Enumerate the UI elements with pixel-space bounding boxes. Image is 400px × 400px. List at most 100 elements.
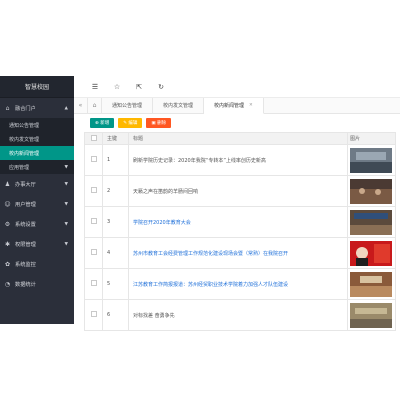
home-icon: ⌂ (5, 104, 10, 112)
hall-icon: ♟ (4, 180, 11, 188)
main-content: ☰ ☆ ⇱ ↻ « ⌂ 通知公告管理 校内发文管理 校内新闻管理 ✕ ⊕ 新增 (74, 76, 400, 331)
sidebar-item-monitor[interactable]: ✿ 系统监控 (0, 254, 74, 274)
news-thumbnail (350, 302, 392, 328)
tab-notice[interactable]: 通知公告管理 (102, 97, 154, 114)
row-title: 刷新学院历史记录：2020年我院“专转本”上线率创历史新高 (128, 144, 348, 176)
header-image[interactable]: 图片 (347, 132, 396, 145)
sidebar-item-label: 数据统计 (15, 281, 36, 288)
news-thumbnail (350, 240, 392, 266)
chevron-down-icon: ▼ (64, 241, 68, 247)
sidebar-item-apps[interactable]: 应用管理 ▼ (0, 160, 74, 174)
sidebar-item-label: 用户管理 (15, 201, 36, 208)
chart-icon: ◔ (4, 280, 11, 288)
add-button[interactable]: ⊕ 新增 (90, 118, 115, 128)
table-row[interactable]: 3 学院召开2020年教育大会 (84, 206, 396, 238)
row-checkbox[interactable] (90, 311, 97, 317)
select-all-checkbox-cell[interactable] (84, 132, 103, 145)
sidebar-item-label: 权限管理 (15, 241, 36, 248)
tab-label: 校内发文管理 (163, 103, 194, 109)
chevron-down-icon: ▼ (64, 221, 68, 227)
row-checkbox-cell[interactable] (84, 206, 103, 238)
export-icon[interactable]: ⇱ (128, 83, 150, 91)
tab-documents[interactable]: 校内发文管理 (153, 97, 205, 114)
row-image-cell (347, 206, 396, 238)
row-image-cell (347, 144, 396, 176)
table-row[interactable]: 6 对标找差 奋勇争先 (84, 299, 396, 331)
sidebar-item-label: 系统监控 (15, 261, 36, 268)
chevron-up-icon: ▲ (64, 105, 68, 111)
row-image-cell (347, 237, 396, 269)
row-checkbox[interactable] (90, 249, 97, 255)
row-checkbox[interactable] (90, 218, 97, 224)
table-row[interactable]: 5 江苏教育工作简报报道：苏州经贸职业技术学院着力加强人才队伍建设 (84, 268, 396, 300)
sidebar-item-news[interactable]: 校内新闻管理 (0, 146, 74, 160)
row-title[interactable]: 学院召开2020年教育大会 (128, 206, 348, 238)
sidebar-item-users[interactable]: ☺ 用户管理 ▼ (0, 194, 74, 214)
row-id: 6 (102, 299, 129, 331)
row-checkbox-cell[interactable] (84, 144, 103, 176)
row-image-cell (347, 268, 396, 300)
tab-news[interactable]: 校内新闻管理 ✕ (204, 97, 264, 114)
row-checkbox[interactable] (90, 280, 97, 286)
header-title[interactable]: 标题 (128, 132, 348, 145)
sidebar-item-label: 办事大厅 (15, 181, 36, 188)
button-label: 新增 (100, 121, 110, 126)
action-toolbar: ⊕ 新增 ✎ 编辑 ▣ 删除 (74, 114, 400, 132)
button-label: 删除 (157, 121, 167, 126)
chevron-down-icon: ▼ (64, 181, 68, 187)
row-id: 2 (102, 175, 129, 207)
news-thumbnail (350, 271, 392, 297)
news-thumbnail (350, 209, 392, 235)
row-image-cell (347, 299, 396, 331)
row-title[interactable]: 苏州市教育工会经费管理工作规范化建设现场会暨（常熟）在我院召开 (128, 237, 348, 269)
sidebar-item-notice[interactable]: 通知公告管理 (0, 118, 74, 132)
table-row[interactable]: 4 苏州市教育工会经费管理工作规范化建设现场会暨（常熟）在我院召开 (84, 237, 396, 269)
table-row[interactable]: 2 天籁之声在笛韵的羊肠间回响 (84, 175, 396, 207)
row-checkbox-cell[interactable] (84, 268, 103, 300)
row-checkbox-cell[interactable] (84, 237, 103, 269)
news-thumbnail (350, 147, 392, 173)
row-id: 5 (102, 268, 129, 300)
sidebar-item-label: 应用管理 (9, 164, 30, 171)
top-toolbar: ☰ ☆ ⇱ ↻ (74, 76, 400, 98)
sidebar-item-permissions[interactable]: ✱ 权限管理 ▼ (0, 234, 74, 254)
sidebar-item-service-hall[interactable]: ♟ 办事大厅 ▼ (0, 174, 74, 194)
sidebar-item-label: 通知公告管理 (9, 122, 40, 129)
menu-toggle-icon[interactable]: ☰ (84, 83, 106, 91)
table-row[interactable]: 1 刷新学院历史记录：2020年我院“专转本”上线率创历史新高 (84, 144, 396, 176)
lock-icon: ✱ (4, 240, 11, 248)
gear-icon: ⚙ (4, 220, 11, 228)
sidebar-item-settings[interactable]: ⚙ 系统设置 ▼ (0, 214, 74, 234)
sidebar-item-label: 融合门户 (15, 105, 36, 112)
row-checkbox[interactable] (90, 156, 97, 162)
header-id[interactable]: 主键 (102, 132, 129, 145)
sidebar-item-documents[interactable]: 校内发文管理 (0, 132, 74, 146)
tab-bar: « ⌂ 通知公告管理 校内发文管理 校内新闻管理 ✕ (74, 97, 400, 114)
row-checkbox[interactable] (90, 187, 97, 193)
user-icon: ☺ (4, 200, 11, 208)
row-title[interactable]: 江苏教育工作简报报道：苏州经贸职业技术学院着力加强人才队伍建设 (128, 268, 348, 300)
sidebar-item-label: 系统设置 (15, 221, 36, 228)
home-icon[interactable]: ☆ (106, 83, 128, 91)
sidebar-item-stats[interactable]: ◔ 数据统计 (0, 274, 74, 294)
row-title: 对标找差 奋勇争先 (128, 299, 348, 331)
tabs-scroll-left-icon[interactable]: « (74, 97, 88, 114)
row-checkbox-cell[interactable] (84, 175, 103, 207)
row-id: 3 (102, 206, 129, 238)
row-checkbox-cell[interactable] (84, 299, 103, 331)
sidebar-item-portal[interactable]: ⌂ 融合门户 ▲ (0, 98, 74, 118)
delete-button[interactable]: ▣ 删除 (146, 118, 172, 128)
sidebar-submenu: 通知公告管理 校内发文管理 校内新闻管理 应用管理 ▼ (0, 118, 74, 174)
edit-button[interactable]: ✎ 编辑 (118, 118, 143, 128)
sidebar-item-label: 校内发文管理 (9, 136, 40, 143)
tab-label: 通知公告管理 (112, 103, 143, 109)
news-thumbnail (350, 178, 392, 204)
home-tab-icon[interactable]: ⌂ (88, 97, 102, 114)
close-icon[interactable]: ✕ (249, 103, 253, 108)
table-header-row: 主键 标题 图片 (84, 132, 396, 145)
select-all-checkbox[interactable] (90, 134, 97, 141)
tab-label: 校内新闻管理 (214, 102, 245, 109)
row-id: 4 (102, 237, 129, 269)
news-table: 主键 标题 图片 1 刷新学院历史记录：2020年我院“专转本”上线率创历史新高 (84, 132, 396, 331)
refresh-icon[interactable]: ↻ (150, 83, 172, 91)
